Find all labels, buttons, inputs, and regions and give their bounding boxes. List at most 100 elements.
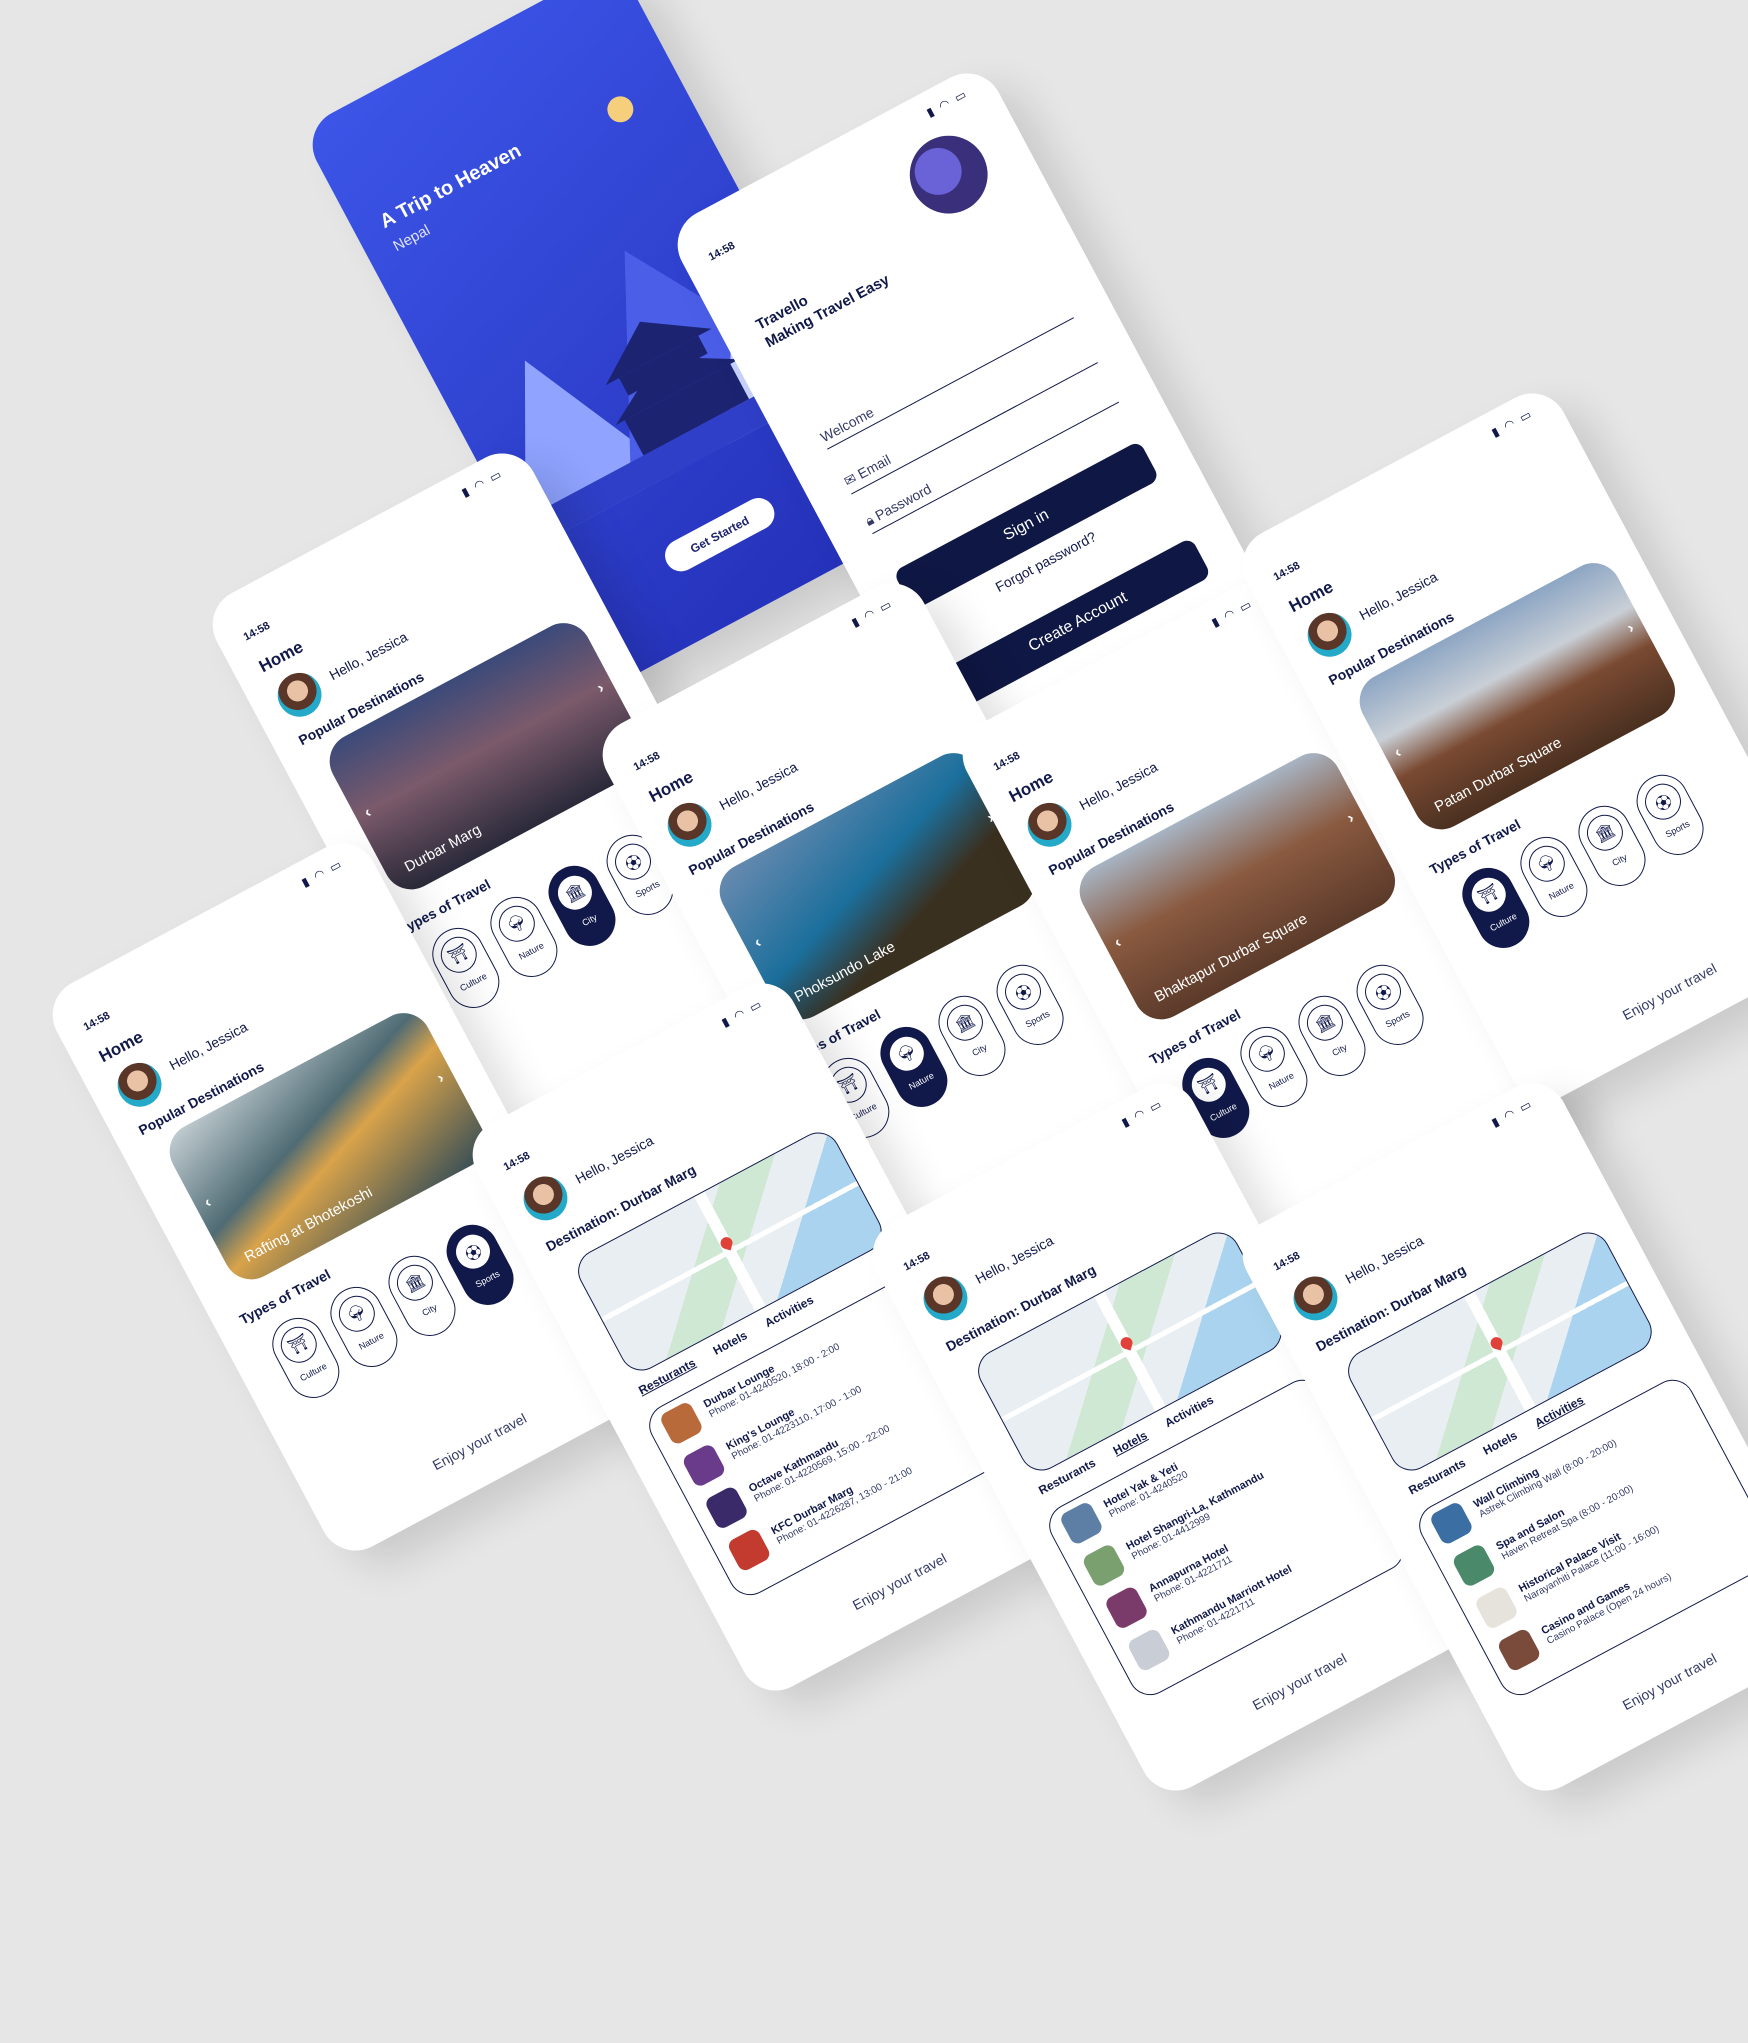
map-pin-icon [719, 1235, 735, 1251]
thumbnail [703, 1484, 750, 1531]
sports-icon: ⚽︎ [998, 967, 1048, 1016]
type-label: Sports [1663, 818, 1692, 840]
page-title: Home [1285, 577, 1337, 617]
get-started-button[interactable]: Get Started [659, 492, 781, 577]
status-time: 14:58 [991, 749, 1023, 774]
mockup-stage: A Trip to Heaven Nepal Get Started ▮ ◠ ▭… [0, 0, 1748, 2043]
type-label: Nature [907, 1070, 936, 1092]
status-bar: ▮ ◠ ▭ [719, 996, 766, 1030]
carousel-caption: Bhaktapur Durbar Square [1151, 910, 1311, 1006]
type-label: Culture [458, 970, 489, 994]
email-placeholder: Email [854, 451, 894, 482]
map-pin-icon [1489, 1335, 1505, 1351]
type-label: Sports [633, 878, 662, 900]
thumbnail [658, 1400, 705, 1447]
avatar[interactable] [109, 1055, 170, 1115]
status-bar: ▮ ◠ ▭ [924, 86, 971, 120]
carousel-next-icon[interactable]: › [434, 1070, 447, 1088]
greeting: Hello, Jessica [1356, 568, 1441, 624]
greeting: Hello, Jessica [972, 1232, 1056, 1287]
sun-icon [602, 91, 638, 127]
status-bar: ▮ ◠ ▭ [1489, 1096, 1536, 1130]
avatar[interactable] [1299, 605, 1360, 665]
page-title: Home [1005, 767, 1057, 807]
status-bar: ▮ ◠ ▭ [299, 856, 346, 890]
type-label: City [580, 911, 599, 929]
avatar[interactable] [659, 795, 720, 855]
tree-icon: 🌳︎ [882, 1029, 932, 1079]
greeting: Hello, Jessica [166, 1018, 251, 1074]
carousel-next-icon[interactable]: › [1624, 620, 1637, 638]
carousel-caption: Durbar Marg [401, 821, 484, 876]
status-time: 14:58 [706, 239, 738, 264]
status-bar: ▮ ◠ ▭ [849, 596, 896, 630]
page-title: Home [95, 1027, 147, 1067]
thumbnail [1451, 1542, 1497, 1589]
splash-title: A Trip to Heaven [376, 139, 525, 233]
page-title: Home [255, 637, 307, 677]
greeting: Hello, Jessica [716, 758, 801, 814]
tree-icon: 🌳︎ [492, 899, 542, 949]
type-label: Nature [357, 1330, 386, 1352]
status-time: 14:58 [631, 749, 663, 774]
temple-icon: ⛩︎ [1464, 870, 1514, 920]
type-label: Sports [1383, 1008, 1412, 1030]
avatar[interactable] [915, 1268, 976, 1329]
carousel-next-icon[interactable]: › [594, 680, 607, 698]
carousel-prev-icon[interactable]: ‹ [202, 1194, 215, 1212]
status-time: 14:58 [1271, 559, 1303, 584]
type-label: Nature [1547, 880, 1576, 902]
carousel-prev-icon[interactable]: ‹ [1112, 934, 1125, 952]
status-time: 14:58 [1271, 1249, 1303, 1274]
type-label: City [1330, 1041, 1349, 1059]
type-label: Nature [1267, 1070, 1296, 1092]
type-label: City [420, 1301, 439, 1319]
greeting: Hello, Jessica [1076, 758, 1161, 814]
type-label: Nature [517, 940, 546, 962]
carousel-caption: Phoksundo Lake [791, 938, 899, 1006]
status-time: 14:58 [901, 1249, 933, 1274]
status-time: 14:58 [501, 1149, 533, 1174]
buildings-icon: 🏛︎ [940, 998, 990, 1047]
status-time: 14:58 [241, 619, 273, 644]
tree-icon: 🌳︎ [332, 1289, 382, 1339]
buildings-icon: 🏛︎ [390, 1258, 440, 1307]
carousel-next-icon[interactable]: › [1344, 810, 1357, 828]
thumbnail [1126, 1627, 1173, 1673]
status-bar: ▮ ◠ ▭ [1209, 596, 1256, 630]
greeting: Hello, Jessica [326, 628, 411, 684]
thumbnail [681, 1442, 727, 1489]
carousel-prev-icon[interactable]: ‹ [362, 804, 375, 822]
carousel-caption: Patan Durbar Square [1431, 734, 1565, 816]
type-label: City [970, 1041, 989, 1059]
type-label: City [1610, 851, 1629, 869]
type-label: Sports [473, 1268, 502, 1290]
thumbnail [1428, 1500, 1475, 1547]
map-pin-icon [1119, 1335, 1135, 1351]
avatar[interactable] [1285, 1268, 1346, 1329]
tree-icon: 🌳︎ [1522, 839, 1572, 889]
greeting: Hello, Jessica [1342, 1232, 1426, 1287]
status-time: 14:58 [81, 1009, 113, 1034]
temple-icon: ⛩︎ [274, 1320, 324, 1370]
buildings-icon: 🏛︎ [550, 868, 600, 917]
thumbnail [1473, 1584, 1520, 1631]
carousel-prev-icon[interactable]: ‹ [752, 934, 765, 952]
type-label: Culture [298, 1360, 329, 1384]
tree-icon: 🌳︎ [1242, 1029, 1292, 1079]
avatar[interactable] [1019, 795, 1080, 855]
status-bar: ▮ ◠ ▭ [1489, 406, 1536, 440]
sports-icon: ⚽︎ [448, 1227, 498, 1276]
thumbnail [1058, 1500, 1105, 1547]
buildings-icon: 🏛︎ [1580, 808, 1630, 857]
avatar[interactable] [515, 1168, 576, 1229]
type-label: Culture [1488, 910, 1519, 934]
avatar[interactable] [269, 665, 330, 725]
thumbnail [1103, 1584, 1150, 1631]
carousel-caption: Rafting at Bhotekoshi [241, 1183, 376, 1266]
globe-icon [896, 121, 1002, 228]
carousel-prev-icon[interactable]: ‹ [1392, 744, 1405, 762]
buildings-icon: 🏛︎ [1300, 998, 1350, 1047]
password-placeholder: Password [872, 480, 934, 524]
page-title: Home [645, 767, 697, 807]
